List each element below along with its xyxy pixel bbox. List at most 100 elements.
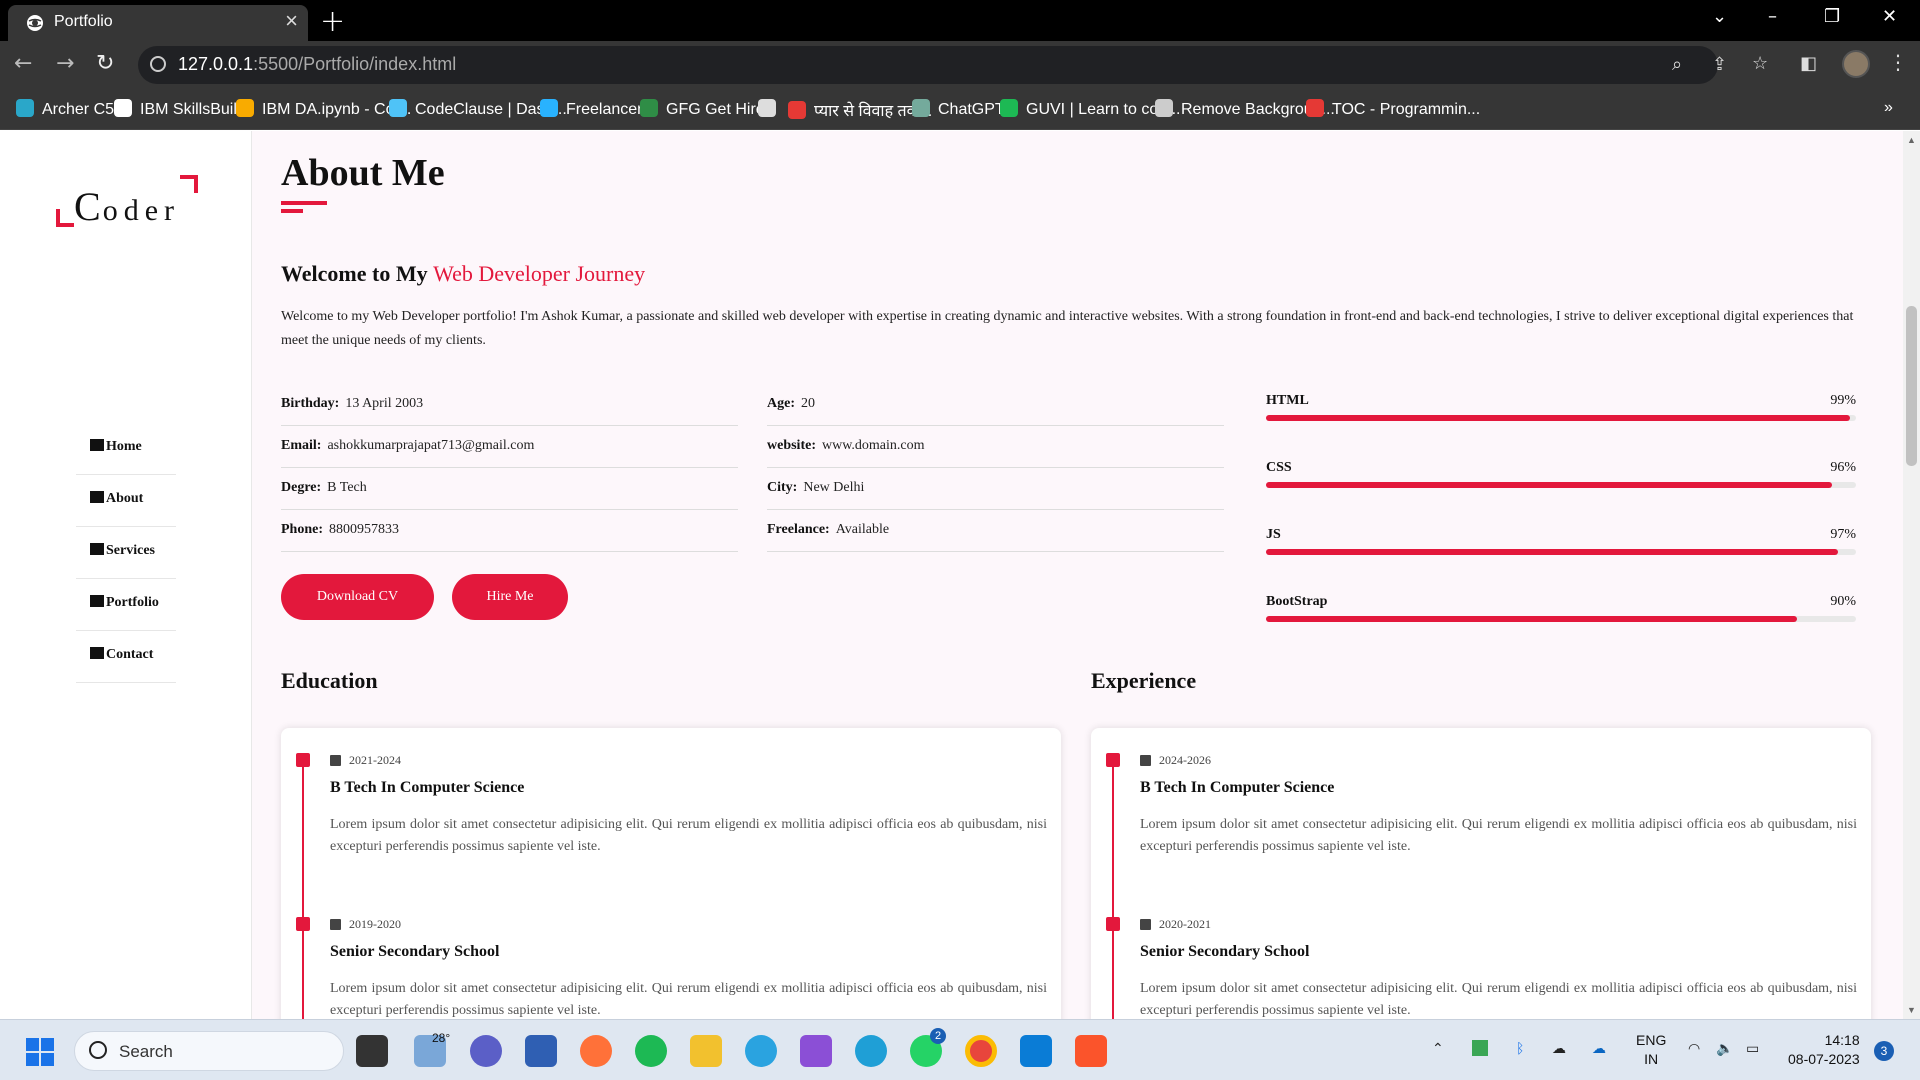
skill-name: CSS — [1266, 460, 1292, 475]
clock-date: 08-07-2023 — [1788, 1051, 1860, 1067]
bookmark-item[interactable]: प्यार से विवाह तक... — [788, 99, 932, 121]
chrome-icon[interactable] — [965, 1035, 997, 1067]
edge-icon[interactable] — [855, 1035, 887, 1067]
info-row: Degre: B Tech — [281, 468, 738, 510]
skill-progress-fill — [1266, 549, 1839, 555]
share-icon[interactable]: ⇪ — [1712, 54, 1727, 75]
task-view-icon[interactable] — [356, 1035, 388, 1067]
more-bookmarks-icon[interactable]: » — [1884, 99, 1893, 117]
clock[interactable]: 14:18 08-07-2023 — [1788, 1031, 1860, 1069]
site-info-icon[interactable] — [150, 56, 166, 72]
close-tab-icon[interactable]: × — [285, 10, 298, 32]
taskbar-search[interactable]: Search — [74, 1031, 344, 1071]
address-bar: ← → ↻ 127.0.0.1:5500/Portfolio/index.htm… — [0, 41, 1920, 90]
info-value: 20 — [801, 396, 815, 411]
skill-progress-bar — [1266, 549, 1856, 555]
language-indicator[interactable]: ENG IN — [1636, 1031, 1666, 1069]
bookmark-favicon-icon — [540, 99, 558, 117]
spotify-icon[interactable] — [635, 1035, 667, 1067]
back-icon[interactable]: ← — [14, 51, 32, 76]
bookmark-favicon-icon — [912, 99, 930, 117]
download-cv-button[interactable]: Download CV — [281, 574, 434, 620]
info-row: Freelance: Available — [767, 510, 1224, 552]
bookmark-item[interactable]: IBM DA.ipynb - Col... — [236, 99, 411, 119]
skill-progress-bar — [1266, 616, 1856, 622]
new-tab-icon[interactable]: + — [320, 4, 345, 39]
skill-percent: 97% — [1830, 527, 1856, 542]
windows-start-icon[interactable] — [26, 1038, 54, 1066]
browser-tab[interactable]: Portfolio × — [8, 5, 308, 41]
scroll-thumb[interactable] — [1906, 306, 1917, 466]
chevron-up-icon[interactable]: ⌃ — [1432, 1040, 1444, 1057]
logo[interactable]: Coder — [56, 175, 198, 235]
about-section: About Me Welcome to My Web Developer Jou… — [281, 131, 1871, 1019]
bookmark-item[interactable]: TOC - Programmin... — [1306, 99, 1480, 119]
bookmark-item[interactable]: IBM SkillsBuild — [114, 99, 246, 119]
skill-item: HTML 99% — [1266, 393, 1856, 460]
skill-name: HTML — [1266, 393, 1309, 408]
app-tray-icon[interactable] — [1472, 1040, 1488, 1056]
bookmark-item[interactable]: Freelancer — [540, 99, 642, 119]
title-underline-short — [281, 209, 303, 213]
zoom-icon[interactable]: ⌕ — [1672, 54, 1682, 75]
lang-code: ENG — [1636, 1032, 1667, 1048]
tab-search-icon[interactable]: ⌄ — [1712, 6, 1727, 27]
menu-icon[interactable]: ⋮ — [1888, 50, 1908, 74]
notification-badge[interactable]: 3 — [1874, 1041, 1894, 1061]
vscode-icon[interactable] — [1020, 1035, 1052, 1067]
bookmark-item[interactable]: ChatGPT — [912, 99, 1005, 119]
skill-progress-bar — [1266, 482, 1856, 488]
bookmark-item[interactable]: GFG Get Hired — [640, 99, 774, 119]
volume-icon[interactable]: 🔈 — [1716, 1040, 1733, 1057]
side-panel-icon[interactable]: ◧ — [1800, 53, 1817, 74]
user-icon — [90, 491, 104, 503]
bookmark-star-icon[interactable]: ☆ — [1752, 53, 1768, 74]
timeline-description: Lorem ipsum dolor sit amet consectetur a… — [330, 817, 1047, 854]
firefox-icon[interactable] — [580, 1035, 612, 1067]
calendar-icon — [1140, 755, 1151, 766]
info-row: website: www.domain.com — [767, 426, 1224, 468]
scroll-down-icon[interactable]: ▼ — [1907, 1005, 1916, 1015]
list-icon — [90, 543, 104, 555]
profile-avatar[interactable] — [1842, 50, 1870, 78]
skill-progress-fill — [1266, 616, 1797, 622]
restore-icon[interactable]: ❐ — [1824, 6, 1840, 27]
bookmark-item[interactable]: GUVI | Learn to cod... — [1000, 99, 1180, 119]
brave-icon[interactable] — [1075, 1035, 1107, 1067]
close-window-icon[interactable]: ✕ — [1882, 6, 1897, 27]
wifi-icon[interactable]: ◠ — [1688, 1040, 1700, 1057]
info-label: Email: — [281, 438, 322, 453]
reload-icon[interactable]: ↻ — [96, 51, 114, 76]
bluetooth-icon[interactable]: ᛒ — [1516, 1040, 1524, 1056]
nav-item-home[interactable]: Home — [76, 423, 176, 475]
skill-progress-fill — [1266, 415, 1851, 421]
onedrive-icon[interactable]: ☁ — [1592, 1040, 1606, 1057]
bookmark-item[interactable] — [758, 99, 784, 119]
url-field[interactable]: 127.0.0.1:5500/Portfolio/index.html ⌕ — [138, 46, 1718, 84]
forward-icon[interactable]: → — [56, 51, 74, 76]
bookmark-item[interactable]: Archer C50 — [16, 99, 123, 119]
nav-label: Services — [106, 543, 155, 558]
nav-item-about[interactable]: About — [76, 475, 176, 527]
nav-item-services[interactable]: Services — [76, 527, 176, 579]
skill-name: BootStrap — [1266, 594, 1328, 609]
timeline-dot — [1106, 917, 1120, 931]
clock-time: 14:18 — [1824, 1032, 1860, 1048]
nav-item-portfolio[interactable]: Portfolio — [76, 579, 176, 631]
search-label: Search — [119, 1042, 173, 1061]
store-icon[interactable] — [525, 1035, 557, 1067]
scroll-up-icon[interactable]: ▲ — [1907, 135, 1916, 145]
bookmark-favicon-icon — [389, 99, 407, 117]
page-scrollbar[interactable]: ▲ ▼ — [1903, 131, 1920, 1019]
nav-item-contact[interactable]: Contact — [76, 631, 176, 683]
video-editor-icon[interactable] — [800, 1035, 832, 1067]
cloud-icon[interactable]: ☁ — [1552, 1040, 1566, 1057]
battery-icon[interactable]: ▭ — [1746, 1040, 1759, 1057]
bookmark-favicon-icon — [1306, 99, 1324, 117]
telegram-icon[interactable] — [745, 1035, 777, 1067]
meet-icon[interactable] — [470, 1035, 502, 1067]
search-icon — [89, 1041, 107, 1059]
hire-me-button[interactable]: Hire Me — [452, 574, 568, 620]
file-explorer-icon[interactable] — [690, 1035, 722, 1067]
minimize-icon[interactable]: – — [1768, 6, 1777, 27]
